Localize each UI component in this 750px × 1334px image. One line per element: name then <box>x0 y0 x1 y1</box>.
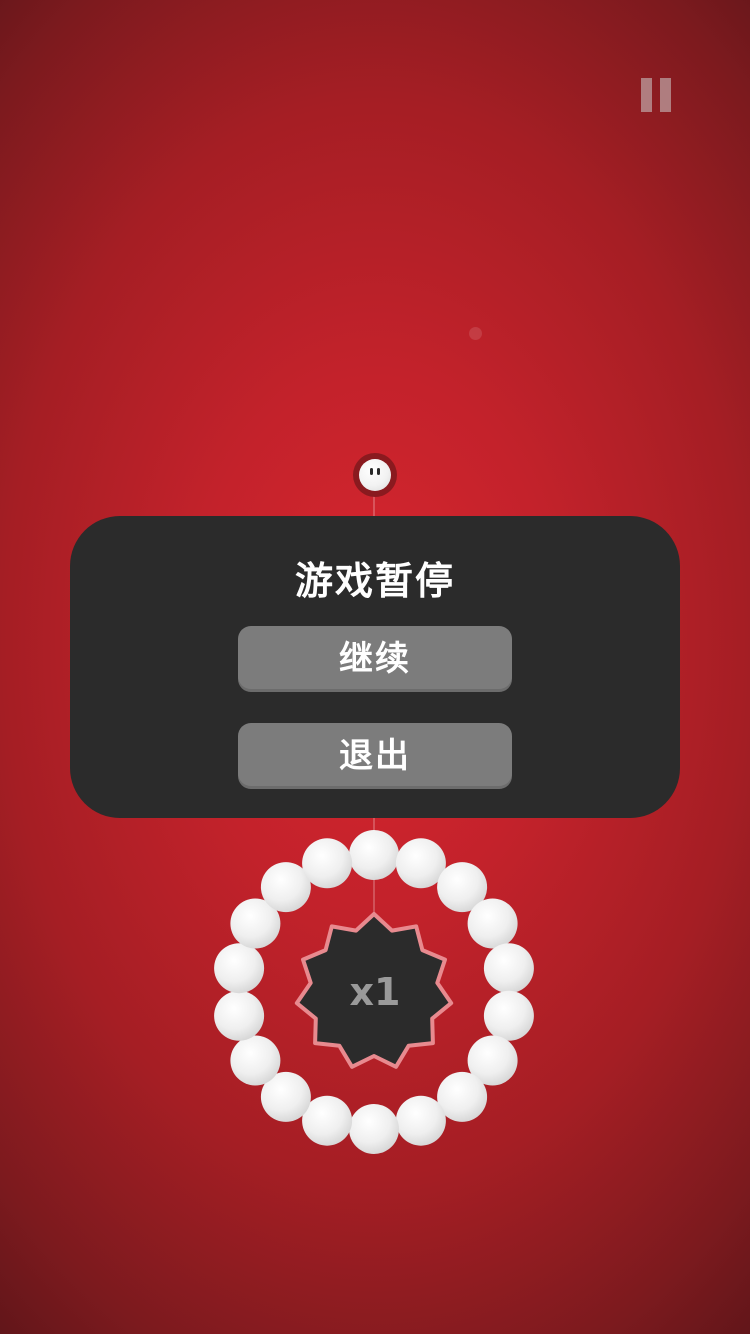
quit-button[interactable]: 退出 <box>238 723 512 789</box>
stuck-ball <box>483 943 534 994</box>
stuck-ball <box>395 1095 446 1146</box>
stuck-ball <box>349 1104 399 1154</box>
multiplier-label: x1 <box>349 970 401 1014</box>
stuck-ball <box>349 830 399 880</box>
stuck-ball <box>467 898 518 949</box>
stuck-ball <box>214 990 265 1041</box>
pause-dialog: 游戏暂停 继续 退出 <box>70 516 680 818</box>
stuck-ball <box>302 838 353 889</box>
dialog-title: 游戏暂停 <box>294 559 455 603</box>
stuck-ball <box>483 990 534 1041</box>
stuck-ball <box>230 1035 281 1086</box>
stuck-ball <box>214 943 265 994</box>
resume-button[interactable]: 继续 <box>238 626 512 692</box>
